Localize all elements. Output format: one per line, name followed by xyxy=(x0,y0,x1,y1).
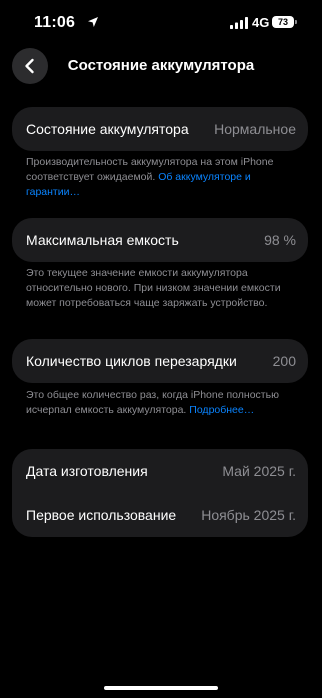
cycle-count-card: Количество циклов перезарядки 200 xyxy=(12,339,308,383)
home-indicator[interactable] xyxy=(104,686,218,690)
max-capacity-value: 98 % xyxy=(264,232,296,248)
battery-health-footnote: Производительность аккумулятора на этом … xyxy=(26,155,296,200)
battery-health-card: Состояние аккумулятора Нормальное xyxy=(12,107,308,151)
first-use-value: Ноябрь 2025 г. xyxy=(201,507,296,523)
location-arrow-icon xyxy=(88,17,98,27)
page-title: Состояние аккумулятора xyxy=(67,57,255,74)
network-type: 4G xyxy=(252,15,270,30)
cycle-count-value: 200 xyxy=(272,353,296,369)
chevron-left-icon xyxy=(25,58,34,74)
max-capacity-card: Максимальная емкость 98 % xyxy=(12,218,308,262)
battery-health-row: Состояние аккумулятора Нормальное xyxy=(26,107,296,151)
dates-card: Дата изготовления Май 2025 г. Первое исп… xyxy=(12,449,308,537)
battery-health-label: Состояние аккумулятора xyxy=(26,121,189,137)
status-time: 11:06 xyxy=(34,14,76,31)
max-capacity-footnote: Это текущее значение емкости аккумулятор… xyxy=(26,267,281,309)
manufacture-date-row: Дата изготовления Май 2025 г. xyxy=(26,449,296,493)
status-bar: 11:06 4G 73 xyxy=(0,0,322,44)
manufacture-date-label: Дата изготовления xyxy=(26,463,148,479)
cycle-count-label: Количество циклов перезарядки xyxy=(26,353,237,369)
back-button[interactable] xyxy=(12,48,48,84)
battery-health-value: Нормальное xyxy=(214,121,296,137)
first-use-row: Первое использование Ноябрь 2025 г. xyxy=(26,493,296,537)
learn-more-link[interactable]: Подробнее… xyxy=(189,404,254,416)
battery-tip xyxy=(295,20,297,24)
cycle-count-footnote: Это общее количество раз, когда iPhone п… xyxy=(26,388,296,418)
manufacture-date-value: Май 2025 г. xyxy=(222,463,296,479)
max-capacity-label: Максимальная емкость xyxy=(26,232,179,248)
first-use-label: Первое использование xyxy=(26,507,177,523)
cycle-count-row: Количество циклов перезарядки 200 xyxy=(26,339,296,383)
cellular-signal-icon xyxy=(230,17,248,29)
battery-icon: 73 xyxy=(272,16,294,28)
max-capacity-row: Максимальная емкость 98 % xyxy=(26,218,296,262)
